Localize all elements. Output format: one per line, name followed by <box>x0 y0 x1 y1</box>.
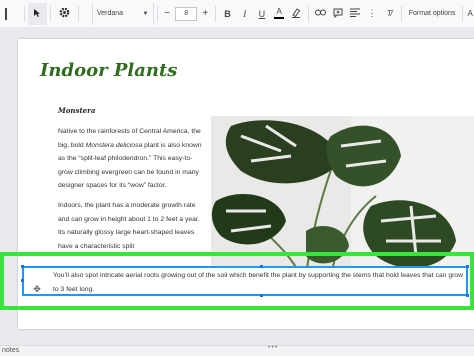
toolbar-overflow-button[interactable]: A <box>466 3 474 25</box>
font-size-value: 8 <box>175 6 198 21</box>
slide-subtitle[interactable]: Monstera <box>58 106 95 115</box>
drag-handle-icon[interactable]: ••• <box>268 344 278 351</box>
page-title[interactable]: Indoor Plants <box>40 60 177 81</box>
clear-formatting-icon: T̸ <box>386 9 392 18</box>
toolbar: Verdana ▼ − 8 + B I U A ⋮ T̸ Format opti… <box>0 0 474 28</box>
format-options-label: Format options <box>408 10 456 17</box>
paragraph-2: Indoors, the plant has a moderate growth… <box>58 201 200 250</box>
align-left-icon <box>349 8 360 19</box>
paragraph-1: Native to the rainforests of Central Ame… <box>58 125 206 193</box>
font-name: Verdana <box>96 10 124 17</box>
comment-add-icon <box>333 8 343 20</box>
toolbar-side-button[interactable] <box>0 3 21 25</box>
text-color-bar <box>274 17 285 19</box>
toolbar-separator <box>400 5 402 22</box>
highlight-box <box>0 252 474 310</box>
chevron-down-icon: ▼ <box>142 10 149 17</box>
text-color-letter: A <box>276 7 282 16</box>
toolbar-separator <box>24 5 25 22</box>
more-options-button[interactable]: ⋮ <box>363 3 380 25</box>
paragraph-1-species: Monstera deliciosa <box>85 141 143 149</box>
toolbar-separator <box>50 5 51 22</box>
toolbar-separator <box>307 5 309 22</box>
increase-font-size-button[interactable]: + <box>199 3 212 25</box>
insert-comment-button[interactable] <box>329 3 346 25</box>
toolbar-separator <box>215 5 216 22</box>
highlight-button[interactable] <box>288 3 305 25</box>
bold-button[interactable]: B <box>219 3 236 25</box>
italic-button[interactable]: I <box>236 3 253 25</box>
decrease-font-size-button[interactable]: − <box>160 3 173 25</box>
format-options-button[interactable]: Format options <box>405 3 460 25</box>
gear-icon <box>59 7 70 20</box>
insert-link-button[interactable] <box>312 3 329 25</box>
align-button[interactable] <box>346 3 363 25</box>
select-tool-button[interactable] <box>27 2 48 25</box>
toolbar-separator <box>462 5 464 22</box>
speaker-notes-bar[interactable]: notes ••• <box>0 344 474 356</box>
toolbar-separator <box>156 5 158 22</box>
link-icon <box>314 9 326 18</box>
text-color-button[interactable]: A <box>271 3 288 25</box>
panel-icon <box>4 7 17 20</box>
highlighter-icon <box>291 7 301 20</box>
font-select[interactable]: Verdana ▼ <box>91 2 154 25</box>
toolbar-separator <box>78 5 79 22</box>
underline-button[interactable]: U <box>253 3 270 25</box>
body-text-box[interactable]: Native to the rainforests of Central Ame… <box>58 125 206 259</box>
font-size-field[interactable]: 8 <box>174 3 199 25</box>
clear-formatting-button[interactable]: T̸ <box>381 3 398 25</box>
cursor-icon <box>33 8 43 20</box>
settings-button[interactable] <box>54 3 75 25</box>
